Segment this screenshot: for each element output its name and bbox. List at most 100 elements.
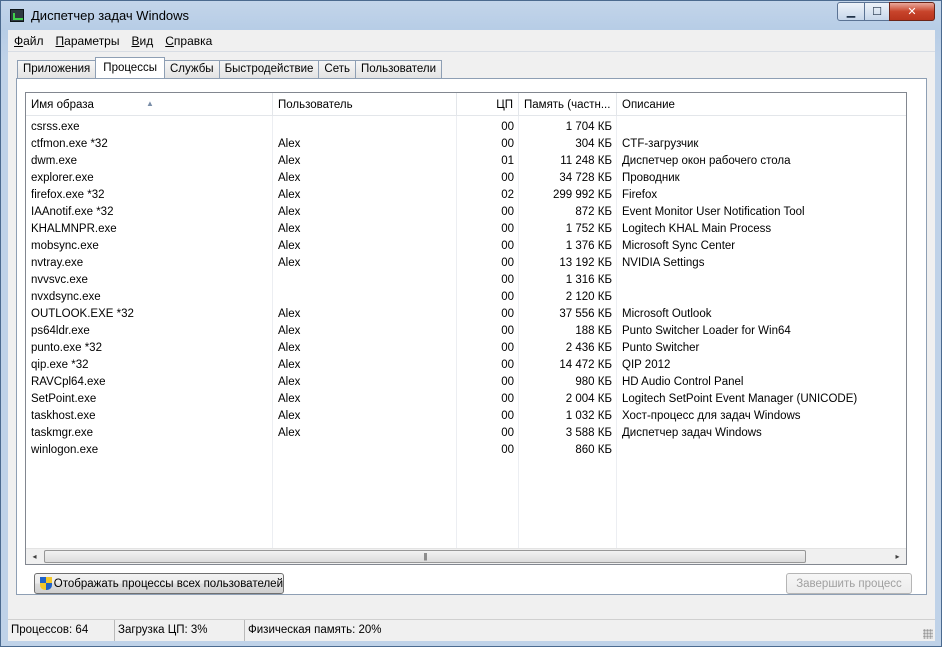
task-manager-window: Диспетчер задач Windows ▁ ☐ ✕ Файл Парам… (0, 0, 942, 647)
scroll-left-icon[interactable]: ◂ (26, 549, 43, 564)
table-row[interactable]: ps64ldr.exe Alex 00 188 КБ Punto Switcher Lo… (26, 323, 906, 340)
resize-grip-icon[interactable] (923, 629, 933, 639)
cell-cpu: 00 (501, 257, 514, 269)
cell-user (273, 272, 457, 289)
cell-image: SetPoint.exe (31, 393, 97, 405)
table-row[interactable]: IAAnotif.exe *32 Alex 00 872 КБ Event Monito… (26, 204, 906, 221)
task-manager-icon (10, 9, 24, 22)
table-row[interactable]: ctfmon.exe *32 Alex 00 304 КБ CTF-загрузчик (26, 136, 906, 153)
table-row[interactable]: qip.exe *32 Alex 00 14 472 КБ QIP 2012 (26, 357, 906, 374)
cell-cpu: 00 (501, 393, 514, 405)
table-row[interactable]: dwm.exe Alex 01 11 248 КБ Диспетчер окон раб… (26, 153, 906, 170)
end-process-button[interactable]: Завершить процесс (786, 573, 912, 594)
cell-image: mobsync.exe (31, 240, 99, 252)
cell-memory: 1 752 КБ (565, 223, 612, 235)
menu-file[interactable]: Файл (8, 31, 50, 51)
cell-description: QIP 2012 (622, 359, 671, 371)
cell-user (273, 289, 457, 306)
cell-description (617, 442, 906, 459)
cell-description: Punto Switcher (622, 342, 700, 354)
menu-options[interactable]: Параметры (50, 31, 126, 51)
table-row[interactable]: taskhost.exe Alex 00 1 032 КБ Хост-процесс д… (26, 408, 906, 425)
table-row[interactable]: nvxdsync.exe 00 2 120 КБ (26, 289, 906, 306)
cell-memory: 14 472 КБ (559, 359, 612, 371)
cell-memory: 13 192 КБ (559, 257, 612, 269)
cell-image: KHALMNPR.exe (31, 223, 117, 235)
menu-help[interactable]: Справка (159, 31, 218, 51)
cell-image: ctfmon.exe *32 (31, 138, 108, 150)
cell-image: nvtray.exe (31, 257, 84, 269)
tab-services[interactable]: Службы (163, 60, 220, 78)
cell-image: qip.exe *32 (31, 359, 89, 371)
cell-user (273, 119, 457, 136)
table-row[interactable]: RAVCpl64.exe Alex 00 980 КБ HD Audio Control… (26, 374, 906, 391)
column-header-image-name[interactable]: Имя образа ▲ (26, 93, 273, 116)
table-row[interactable]: punto.exe *32 Alex 00 2 436 КБ Punto Switche… (26, 340, 906, 357)
table-row[interactable]: nvtray.exe Alex 00 13 192 КБ NVIDIA Settings (26, 255, 906, 272)
table-row[interactable]: taskmgr.exe Alex 00 3 588 КБ Диспетчер задач… (26, 425, 906, 442)
horizontal-scrollbar[interactable]: ◂ ||| ▸ (26, 548, 906, 564)
cell-memory: 188 КБ (575, 325, 612, 337)
cell-cpu: 00 (501, 138, 514, 150)
cell-memory: 2 004 КБ (565, 393, 612, 405)
column-header-memory[interactable]: Память (частн... (519, 93, 617, 116)
cell-description: Microsoft Sync Center (622, 240, 736, 252)
table-row[interactable]: KHALMNPR.exe Alex 00 1 752 КБ Logitech KHAL … (26, 221, 906, 238)
close-button[interactable]: ✕ (889, 2, 935, 21)
list-header: Имя образа ▲ Пользователь ЦП Память (час… (26, 93, 906, 116)
cell-cpu: 00 (501, 359, 514, 371)
cell-cpu: 00 (501, 427, 514, 439)
cell-description (617, 119, 906, 136)
tab-applications[interactable]: Приложения (17, 60, 97, 78)
cell-user: Alex (278, 393, 301, 405)
table-row[interactable]: SetPoint.exe Alex 00 2 004 КБ Logitech SetPo… (26, 391, 906, 408)
table-row[interactable]: OUTLOOK.EXE *32 Alex 00 37 556 КБ Microsoft … (26, 306, 906, 323)
column-header-user[interactable]: Пользователь (273, 93, 457, 116)
cell-image: nvvsvc.exe (31, 274, 88, 286)
cell-user: Alex (278, 223, 301, 235)
cell-user: Alex (278, 308, 301, 320)
cell-cpu: 00 (501, 206, 514, 218)
column-header-cpu[interactable]: ЦП (457, 93, 519, 116)
cell-image: IAAnotif.exe *32 (31, 206, 114, 218)
status-cpu-usage: Загрузка ЦП: 3% (115, 620, 245, 641)
process-list[interactable]: Имя образа ▲ Пользователь ЦП Память (час… (25, 92, 907, 565)
cell-memory: 1 704 КБ (565, 121, 612, 133)
cell-cpu: 00 (501, 342, 514, 354)
status-physical-memory: Физическая память: 20% (248, 624, 382, 636)
cell-cpu: 00 (501, 376, 514, 388)
cell-image: punto.exe *32 (31, 342, 102, 354)
cell-description: Punto Switcher Loader for Win64 (622, 325, 791, 337)
cell-user: Alex (278, 257, 301, 269)
table-row[interactable]: csrss.exe 00 1 704 КБ (26, 119, 906, 136)
cell-image: ps64ldr.exe (31, 325, 90, 337)
maximize-button[interactable]: ☐ (864, 2, 890, 21)
table-row[interactable]: nvvsvc.exe 00 1 316 КБ (26, 272, 906, 289)
cell-cpu: 00 (501, 223, 514, 235)
table-row[interactable]: winlogon.exe 00 860 КБ (26, 442, 906, 459)
menu-view[interactable]: Вид (125, 31, 159, 51)
cell-user: Alex (278, 206, 301, 218)
show-all-processes-button[interactable]: Отображать процессы всех пользователей (34, 573, 284, 594)
cell-description: Диспетчер задач Windows (622, 427, 762, 439)
table-row[interactable]: explorer.exe Alex 00 34 728 КБ Проводник (26, 170, 906, 187)
cell-cpu: 01 (501, 155, 514, 167)
tab-processes[interactable]: Процессы (95, 57, 165, 78)
uac-shield-icon (39, 576, 52, 591)
table-row[interactable]: firefox.exe *32 Alex 02 299 992 КБ Firefox (26, 187, 906, 204)
tab-performance[interactable]: Быстродействие (218, 60, 320, 78)
column-header-description[interactable]: Описание (617, 93, 906, 116)
minimize-button[interactable]: ▁ (837, 2, 865, 21)
tab-users[interactable]: Пользователи (355, 60, 443, 78)
cell-cpu: 00 (501, 291, 514, 303)
menu-bar: Файл Параметры Вид Справка (8, 30, 935, 52)
scrollbar-thumb[interactable]: ||| (44, 550, 806, 563)
table-row[interactable]: mobsync.exe Alex 00 1 376 КБ Microsoft Sync … (26, 238, 906, 255)
cell-cpu: 02 (501, 189, 514, 201)
scroll-right-icon[interactable]: ▸ (889, 549, 906, 564)
cell-memory: 2 436 КБ (565, 342, 612, 354)
title-bar[interactable]: Диспетчер задач Windows ▁ ☐ ✕ (1, 1, 941, 31)
cell-description: CTF-загрузчик (622, 138, 699, 150)
tab-networking[interactable]: Сеть (318, 60, 356, 78)
cell-image: taskhost.exe (31, 410, 96, 422)
